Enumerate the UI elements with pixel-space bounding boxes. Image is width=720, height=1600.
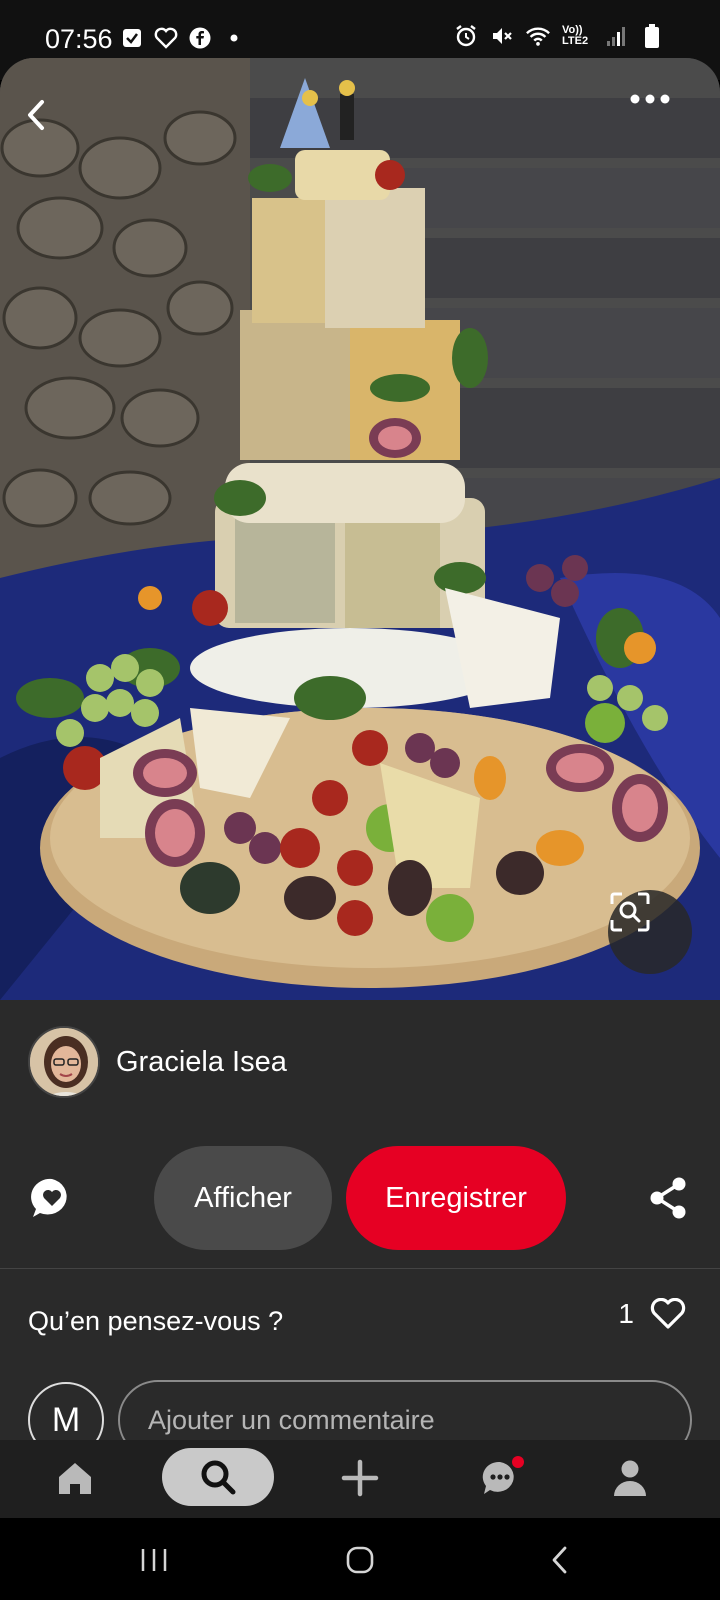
- facebook-icon: [188, 26, 212, 50]
- checkbox-icon: [120, 26, 144, 50]
- recents-button[interactable]: [134, 1540, 174, 1580]
- comment-button[interactable]: [30, 1176, 74, 1220]
- home-circle-icon: [346, 1546, 374, 1574]
- plus-icon: [341, 1459, 379, 1497]
- pin-details-panel: Graciela Isea Afficher Enregistrer Qu’en…: [0, 1000, 720, 1460]
- author-avatar-image: [30, 1028, 98, 1096]
- cheese-cake-illustration: [0, 58, 720, 1000]
- heart-outline-icon: [154, 26, 178, 50]
- lens-search-icon: [610, 892, 650, 932]
- heart-icon[interactable]: [650, 1298, 686, 1330]
- author-row[interactable]: Graciela Isea: [28, 1026, 287, 1098]
- back-chevron-icon: [552, 1546, 567, 1574]
- status-left-icons: [120, 26, 246, 50]
- recents-icon: [141, 1549, 167, 1571]
- nav-profile[interactable]: [600, 1450, 660, 1506]
- nav-search[interactable]: [162, 1448, 274, 1506]
- like-count: 1: [618, 1298, 634, 1329]
- system-back-button[interactable]: [540, 1540, 580, 1580]
- alarm-icon: [454, 24, 478, 48]
- battery-icon: [640, 24, 664, 48]
- dot-icon: [222, 26, 246, 50]
- comments-heading: Qu’en pensez-vous ?: [28, 1306, 284, 1336]
- share-button[interactable]: [648, 1176, 688, 1220]
- nav-create[interactable]: [330, 1450, 390, 1506]
- author-name[interactable]: Graciela Isea: [116, 1046, 287, 1079]
- nav-messages[interactable]: [470, 1450, 530, 1506]
- bottom-navigation: [0, 1440, 720, 1518]
- view-button[interactable]: Afficher: [154, 1146, 332, 1250]
- visual-search-button[interactable]: [608, 890, 692, 974]
- author-avatar[interactable]: [28, 1026, 100, 1098]
- save-button[interactable]: Enregistrer: [346, 1146, 566, 1250]
- action-bar: Afficher Enregistrer: [0, 1146, 720, 1250]
- more-options-button[interactable]: [630, 94, 694, 134]
- signal-icon: [604, 24, 628, 48]
- like-group[interactable]: 1: [618, 1298, 686, 1330]
- status-time: 07:56: [45, 24, 113, 54]
- more-dots-icon: [630, 94, 670, 104]
- system-home-button[interactable]: [340, 1540, 380, 1580]
- back-arrow-icon: [28, 100, 44, 130]
- home-icon: [59, 1463, 91, 1494]
- notification-dot: [512, 1456, 524, 1468]
- status-right-icons: Vo)) LTE2: [454, 24, 664, 48]
- profile-icon: [614, 1460, 646, 1496]
- mute-icon: [490, 24, 514, 48]
- nav-home[interactable]: [45, 1450, 105, 1506]
- search-icon: [201, 1460, 236, 1495]
- comment-heart-icon: [31, 1178, 67, 1217]
- back-button[interactable]: [22, 98, 86, 162]
- system-navigation: [0, 1518, 720, 1600]
- wifi-icon: [526, 24, 550, 48]
- network-label: Vo)) LTE2: [562, 24, 589, 47]
- pin-image[interactable]: [0, 58, 720, 1000]
- share-icon: [650, 1177, 686, 1219]
- divider: [0, 1268, 720, 1269]
